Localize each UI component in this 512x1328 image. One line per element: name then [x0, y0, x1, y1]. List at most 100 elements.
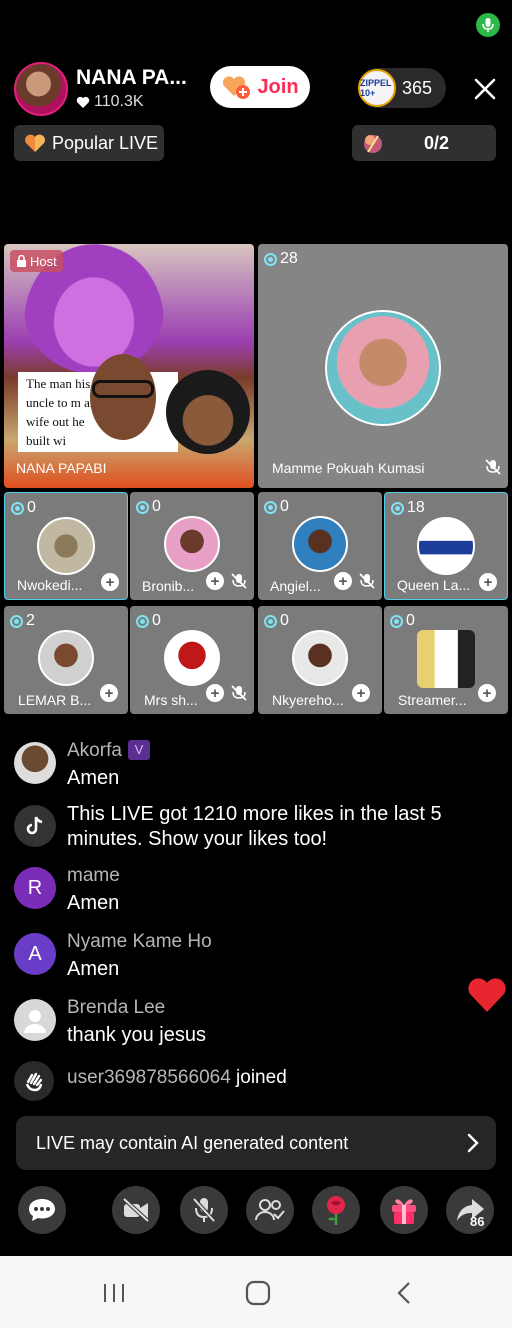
guest-tile[interactable]: 0 Streamer... +: [384, 606, 508, 714]
rose-gift-button[interactable]: [312, 1186, 360, 1234]
viewer-badge[interactable]: ZIPPEL 10+ 365: [358, 68, 446, 108]
guest-tile[interactable]: 2 LEMAR B... +: [4, 606, 128, 714]
featured-count: 28: [264, 250, 298, 268]
guest-tile[interactable]: 0 Bronib... +: [130, 492, 254, 600]
host-label: Host: [10, 250, 63, 272]
guest-face-image: [166, 370, 250, 454]
system-nav-bar: [0, 1256, 512, 1328]
guest-name: Streamer...: [398, 692, 467, 708]
guest-avatar: [417, 630, 475, 688]
host-avatar[interactable]: [14, 62, 68, 116]
guest-avatar: [164, 516, 220, 572]
add-guest-icon[interactable]: +: [206, 684, 224, 702]
comment-icon: [29, 1199, 55, 1221]
vip-badge: V: [127, 740, 150, 760]
add-guest-icon[interactable]: +: [352, 684, 370, 702]
guest-tile[interactable]: 18 Queen La... +: [384, 492, 508, 600]
popular-live-pill[interactable]: Popular LIVE: [14, 125, 164, 161]
join-message-text: user369878566064 joined: [67, 1067, 287, 1088]
wave-hand-icon: [14, 1061, 54, 1101]
muted-mic-icon: [485, 459, 501, 475]
chat-avatar[interactable]: R: [14, 867, 56, 909]
top-viewer-avatar[interactable]: ZIPPEL 10+: [358, 69, 396, 107]
recent-apps-button[interactable]: [94, 1278, 134, 1308]
system-text-line2: minutes. Show your likes too!: [67, 828, 328, 850]
guest-avatar: [38, 630, 94, 686]
chat-username[interactable]: Nyame Kame Ho: [67, 931, 212, 953]
chat-username[interactable]: mame: [67, 865, 120, 887]
guests-button[interactable]: [246, 1186, 294, 1234]
coin-icon: [390, 614, 403, 628]
mic-icon: [476, 13, 500, 37]
add-guest-icon[interactable]: +: [334, 572, 352, 590]
host-profile[interactable]: NANA PA... 110.3K Join: [14, 62, 314, 116]
close-icon: [474, 78, 496, 100]
join-heart-icon: [221, 74, 251, 100]
featured-avatar: [325, 310, 441, 426]
share-count: 86: [470, 1214, 485, 1229]
guest-tile[interactable]: 0 Nkyereho... +: [258, 606, 382, 714]
guest-tile[interactable]: 0 Angiel... +: [258, 492, 382, 600]
coin-icon: [391, 501, 404, 515]
coin-icon: [10, 614, 23, 628]
glasses-image: [92, 380, 154, 398]
muted-mic-icon: [231, 685, 247, 701]
guest-tile[interactable]: 0 Nwokedi... +: [4, 492, 128, 600]
default-avatar-icon[interactable]: [14, 999, 56, 1041]
guest-name: Nwokedi...: [17, 577, 83, 593]
gift-button[interactable]: [380, 1186, 428, 1234]
muted-mic-icon: [231, 573, 247, 589]
camera-off-icon: [122, 1197, 150, 1223]
popular-live-label: Popular LIVE: [52, 132, 159, 153]
back-button[interactable]: [384, 1278, 424, 1308]
users-icon: [255, 1199, 285, 1221]
rose-icon: [327, 1196, 345, 1225]
coin-icon: [264, 614, 277, 628]
ai-notice-text: LIVE may contain AI generated content: [36, 1132, 349, 1153]
home-button[interactable]: [238, 1278, 278, 1308]
host-name[interactable]: NANA PA...: [76, 66, 187, 90]
viewer-count: 365: [402, 77, 433, 98]
chat-username[interactable]: Akorfa V: [67, 740, 150, 762]
ranking-pill[interactable]: 0/2: [352, 125, 496, 161]
guest-name: Mrs sh...: [144, 692, 198, 708]
home-icon: [245, 1280, 271, 1306]
host-likes: 110.3K: [76, 93, 144, 111]
host-tile-name: NANA PAPABI: [16, 460, 107, 476]
add-guest-icon[interactable]: +: [100, 684, 118, 702]
coin-icon: [264, 252, 277, 266]
gift-icon: [392, 1199, 416, 1224]
guest-name: Bronib...: [142, 578, 195, 594]
chat-text: Amen: [67, 767, 120, 789]
mic-toggle-button[interactable]: [180, 1186, 228, 1234]
ai-content-notice[interactable]: LIVE may contain AI generated content: [16, 1116, 496, 1170]
guest-name: Angiel...: [270, 578, 321, 594]
chevron-right-icon: [467, 1133, 479, 1153]
guest-avatar: [37, 517, 95, 575]
guest-tile[interactable]: 0 Mrs sh... +: [130, 606, 254, 714]
chat-avatar[interactable]: A: [14, 933, 56, 975]
add-guest-icon[interactable]: +: [478, 684, 496, 702]
join-button[interactable]: Join: [210, 66, 310, 108]
gift-rose-icon: [364, 135, 382, 153]
chat-username[interactable]: Brenda Lee: [67, 997, 165, 1019]
system-text-line1: This LIVE got 1210 more likes in the las…: [67, 803, 442, 825]
chat-avatar[interactable]: [14, 742, 56, 784]
camera-toggle-button[interactable]: [112, 1186, 160, 1234]
host-video-tile[interactable]: The man his uncle to m ana wife out he b…: [4, 244, 254, 488]
add-guest-icon[interactable]: +: [479, 573, 497, 591]
host-likes-count: 110.3K: [94, 93, 144, 110]
join-label: Join: [257, 75, 299, 98]
guest-name: Queen La...: [397, 577, 471, 593]
chat-text: thank you jesus: [67, 1024, 206, 1046]
featured-guest-tile[interactable]: 28 Mamme Pokuah Kumasi: [258, 244, 508, 488]
featured-name: Mamme Pokuah Kumasi: [272, 460, 425, 476]
comment-button[interactable]: [18, 1186, 66, 1234]
close-button[interactable]: [468, 72, 502, 106]
add-guest-icon[interactable]: +: [101, 573, 119, 591]
ranking-value: 0/2: [424, 132, 450, 153]
coin-icon: [136, 614, 149, 628]
chat-text: Amen: [67, 958, 120, 980]
add-guest-icon[interactable]: +: [206, 572, 224, 590]
muted-mic-icon: [359, 573, 375, 589]
